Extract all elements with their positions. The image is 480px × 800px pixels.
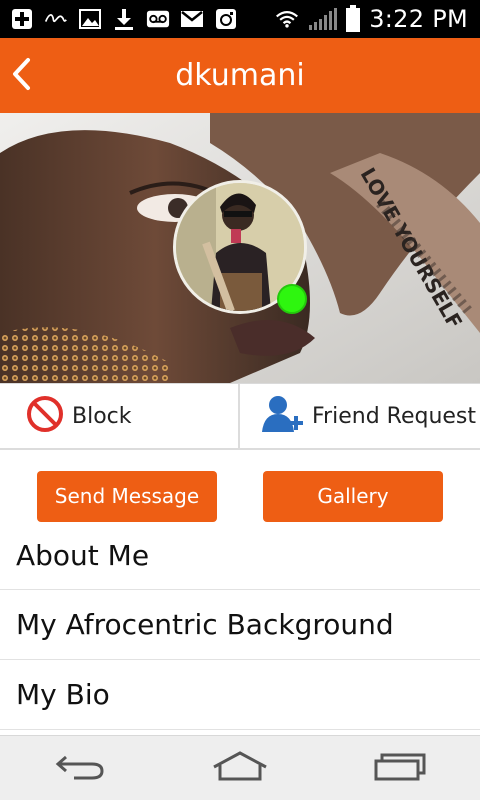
home-nav-icon bbox=[210, 749, 270, 788]
download-icon bbox=[112, 8, 136, 30]
friend-request-button[interactable]: Friend Request bbox=[240, 384, 480, 448]
friend-request-label: Friend Request bbox=[312, 403, 477, 429]
send-message-button[interactable]: Send Message bbox=[37, 471, 217, 522]
section-afrocentric-background[interactable]: My Afrocentric Background bbox=[0, 590, 480, 660]
app-bar: dkumani bbox=[0, 38, 480, 113]
block-label: Block bbox=[72, 403, 132, 429]
back-nav-button[interactable] bbox=[45, 743, 115, 793]
wifi-icon bbox=[275, 8, 299, 30]
block-icon bbox=[26, 395, 64, 438]
status-bar: 3:22 PM bbox=[0, 0, 480, 38]
plus-icon bbox=[10, 8, 34, 30]
profile-actions: Block Friend Request bbox=[0, 383, 480, 450]
online-status-indicator bbox=[277, 284, 307, 314]
recents-nav-icon bbox=[372, 749, 428, 788]
recents-nav-button[interactable] bbox=[365, 743, 435, 793]
block-button[interactable]: Block bbox=[0, 384, 240, 448]
virgin-logo-icon bbox=[44, 8, 68, 30]
back-nav-icon bbox=[52, 749, 108, 788]
add-user-icon bbox=[260, 394, 308, 439]
instagram-icon bbox=[214, 8, 238, 30]
clock-time: 3:22 PM bbox=[369, 5, 468, 33]
section-my-bio[interactable]: My Bio bbox=[0, 660, 480, 730]
voicemail-icon bbox=[146, 8, 170, 30]
image-icon bbox=[78, 8, 102, 30]
mail-icon bbox=[180, 8, 204, 30]
profile-sections-list: About Me My Afrocentric Background My Bi… bbox=[0, 522, 480, 730]
signal-icon bbox=[307, 8, 338, 30]
gallery-button[interactable]: Gallery bbox=[263, 471, 443, 522]
section-about-me[interactable]: About Me bbox=[0, 522, 480, 590]
battery-icon bbox=[345, 5, 361, 32]
page-title: dkumani bbox=[175, 58, 305, 93]
system-nav-bar bbox=[0, 735, 480, 800]
home-nav-button[interactable] bbox=[205, 743, 275, 793]
